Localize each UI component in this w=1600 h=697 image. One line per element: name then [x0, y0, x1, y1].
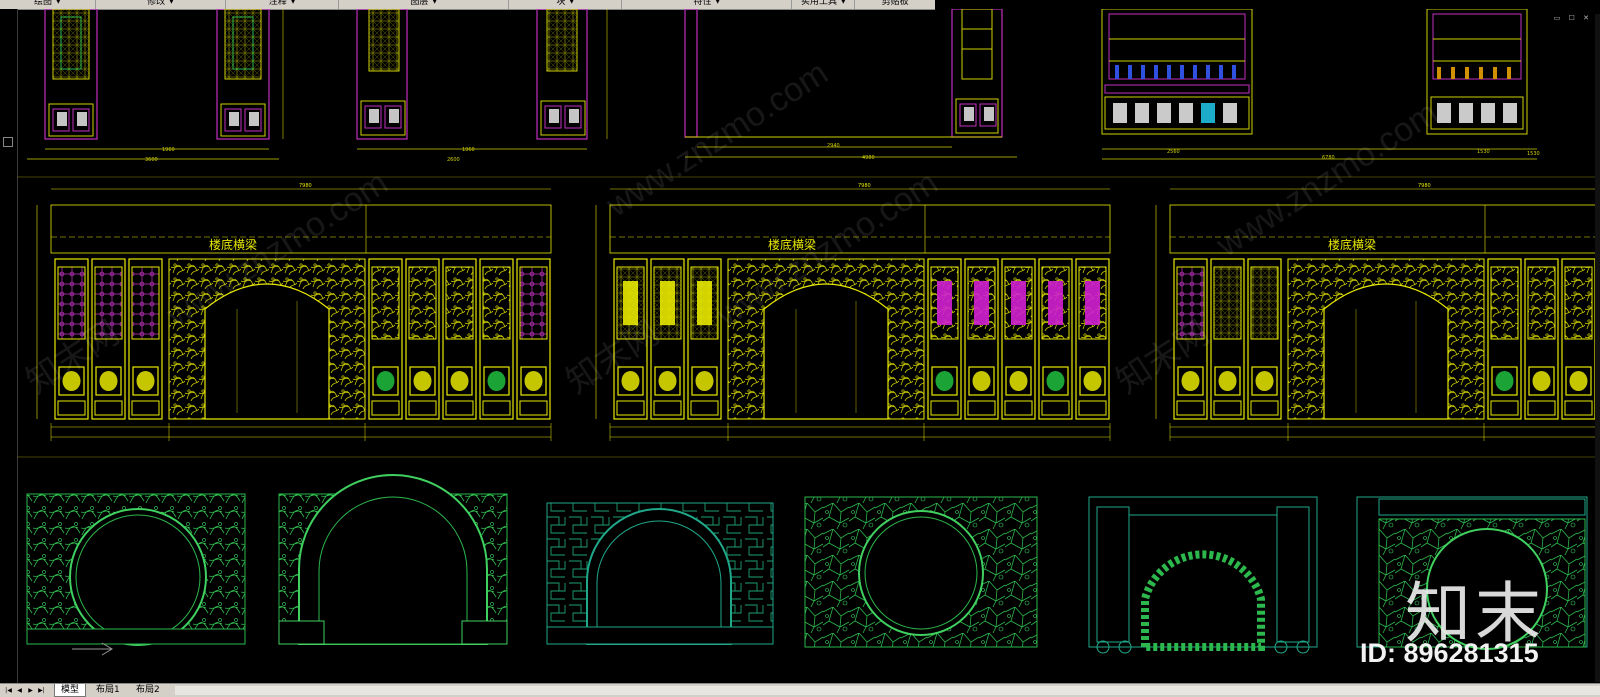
- prev-tab-icon[interactable]: ◀: [15, 686, 24, 695]
- last-tab-icon[interactable]: ▶|: [37, 686, 46, 695]
- elevation-wine-cabinet: [1101, 9, 1537, 160]
- ribbon-clipboard-label: 剪贴板: [881, 0, 909, 7]
- ribbon-utilities[interactable]: 实用工具 ▼: [792, 0, 856, 9]
- dimension-text: 7980: [858, 183, 871, 189]
- vertical-scrollbar[interactable]: [1595, 14, 1600, 682]
- ribbon-modify-label: 修改: [147, 0, 166, 7]
- horizontal-scrollbar[interactable]: [175, 686, 1600, 695]
- dropdown-arrow-icon: ▼: [569, 0, 574, 5]
- ribbon-block-label: 块: [556, 0, 566, 7]
- dimension-text: 2940: [827, 143, 840, 149]
- ribbon-properties[interactable]: 特性 ▼: [622, 0, 793, 9]
- layout-tab-bar: |◀ ◀ ▶ ▶| 模型 布局1 布局2: [0, 683, 1600, 697]
- dropdown-arrow-icon: ▼: [56, 0, 61, 5]
- dimension-text: 2600: [447, 157, 460, 163]
- round-gate-plum: [26, 493, 246, 656]
- elevation-cabinet-2: [356, 9, 608, 150]
- next-tab-icon[interactable]: ▶: [26, 686, 35, 695]
- dropdown-arrow-icon: ▼: [290, 0, 296, 5]
- tab-layout2[interactable]: 布局2: [130, 684, 166, 696]
- tab-layout1[interactable]: 布局1: [90, 684, 126, 696]
- round-gate-icecrack: [804, 496, 1038, 648]
- dimension-text: 2560: [1167, 149, 1180, 155]
- round-gate-pillars: [1088, 496, 1318, 654]
- drawing-canvas[interactable]: 360019602600196029404980256067801530 1530…: [17, 9, 1595, 683]
- screen-elevation-3: 7980 楼底横梁: [1155, 183, 1595, 441]
- left-ruler: [0, 9, 18, 683]
- ribbon-annotate-label: 注释: [268, 0, 287, 7]
- dimension-text: 1530: [1477, 149, 1490, 155]
- ribbon-annotate[interactable]: 注释 ▼: [226, 0, 339, 9]
- ribbon-utilities-label: 实用工具: [801, 0, 838, 7]
- dimension-text: 7980: [1418, 183, 1431, 189]
- dimension-text: 1960: [462, 147, 475, 153]
- dropdown-arrow-icon: ▼: [432, 0, 437, 5]
- image-id-label: ID: 896281315: [1360, 638, 1539, 668]
- ribbon-modify[interactable]: 修改 ▼: [96, 0, 227, 9]
- ribbon-draw[interactable]: 绘图 ▼: [0, 0, 96, 9]
- dimension-text: 1530: [1527, 151, 1540, 157]
- dimension-text: 3600: [145, 157, 158, 163]
- round-gate-fret: [546, 502, 774, 645]
- ucs-marker: [3, 137, 13, 147]
- ribbon-layers[interactable]: 图层 ▼: [339, 0, 510, 9]
- ribbon-properties-label: 特性: [693, 0, 712, 7]
- tab-model[interactable]: 模型: [54, 684, 87, 697]
- ribbon-clipboard[interactable]: 剪贴板: [855, 0, 935, 9]
- dropdown-arrow-icon: ▼: [841, 0, 846, 5]
- ribbon-layers-label: 图层: [410, 0, 429, 7]
- ribbon-draw-label: 绘图: [34, 0, 53, 7]
- dropdown-arrow-icon: ▼: [169, 0, 174, 5]
- dimension-text: 4980: [862, 155, 875, 161]
- ribbon-block[interactable]: 块 ▼: [509, 0, 622, 9]
- first-tab-icon[interactable]: |◀: [4, 686, 13, 695]
- round-gate-elevations: [26, 474, 1588, 656]
- dropdown-arrow-icon: ▼: [715, 0, 721, 5]
- round-gate-phoenix: [278, 474, 508, 645]
- dimension-text: 1960: [162, 147, 175, 153]
- beam-label: 楼底横梁: [1328, 237, 1376, 252]
- elevation-cabinet-1: [27, 9, 284, 160]
- dimension-text: 7980: [299, 183, 312, 189]
- moon-gate-elevations: 7980楼底横梁7980楼底横梁7980楼底横梁: [36, 183, 1595, 441]
